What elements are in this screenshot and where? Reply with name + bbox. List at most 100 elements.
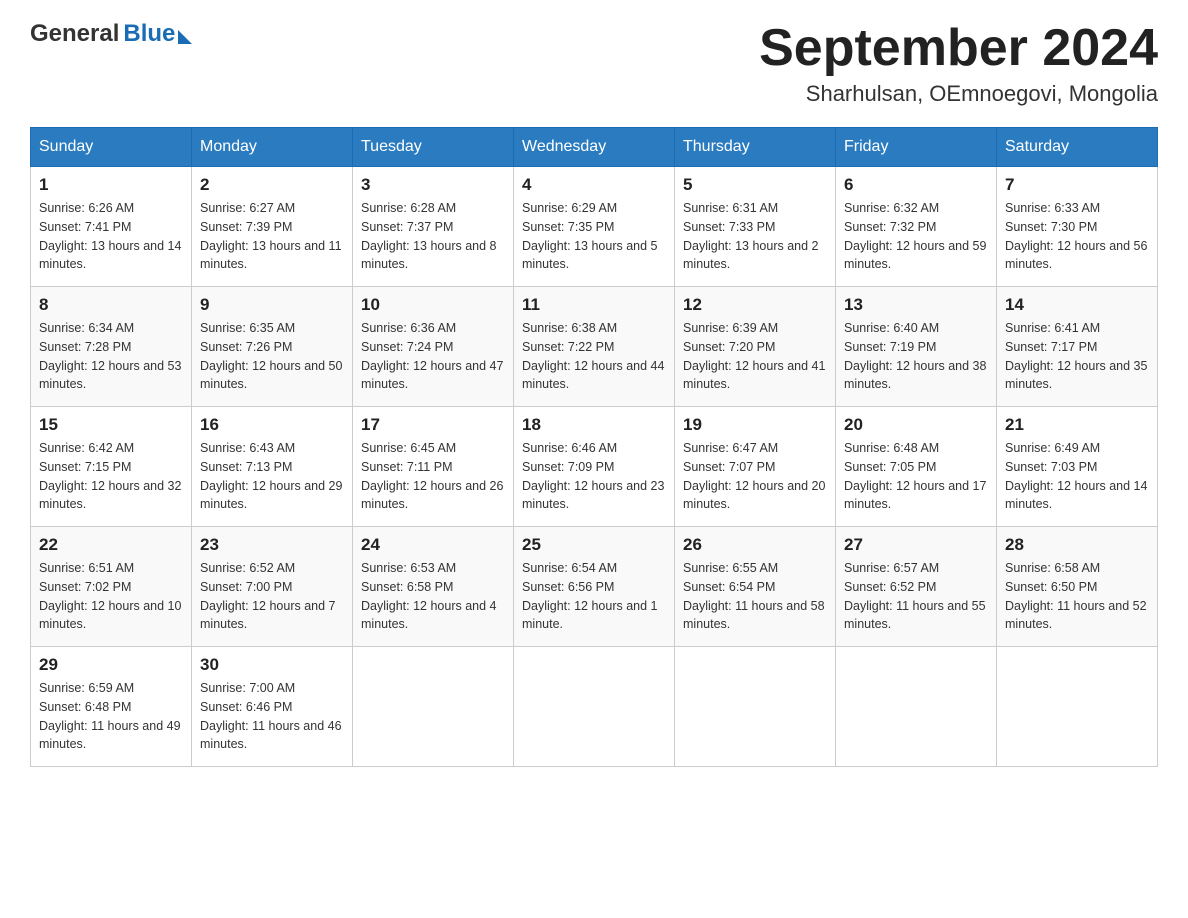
day-number: 15: [39, 415, 183, 435]
calendar-title: September 2024: [759, 20, 1158, 77]
header-friday: Friday: [836, 128, 997, 167]
day-number: 11: [522, 295, 666, 315]
day-number: 30: [200, 655, 344, 675]
day-info: Sunrise: 6:33 AMSunset: 7:30 PMDaylight:…: [1005, 199, 1149, 274]
table-row: 21 Sunrise: 6:49 AMSunset: 7:03 PMDayligh…: [997, 407, 1158, 527]
table-row: 11 Sunrise: 6:38 AMSunset: 7:22 PMDayligh…: [514, 287, 675, 407]
day-info: Sunrise: 6:36 AMSunset: 7:24 PMDaylight:…: [361, 319, 505, 394]
day-info: Sunrise: 6:29 AMSunset: 7:35 PMDaylight:…: [522, 199, 666, 274]
header-saturday: Saturday: [997, 128, 1158, 167]
calendar-subtitle: Sharhulsan, OEmnoegovi, Mongolia: [759, 81, 1158, 107]
calendar-week-row: 1Sunrise: 6:26 AMSunset: 7:41 PMDaylight…: [31, 167, 1158, 287]
day-info: Sunrise: 6:38 AMSunset: 7:22 PMDaylight:…: [522, 319, 666, 394]
table-row: 30 Sunrise: 7:00 AMSunset: 6:46 PMDayligh…: [192, 647, 353, 767]
day-number: 21: [1005, 415, 1149, 435]
day-info: Sunrise: 6:55 AMSunset: 6:54 PMDaylight:…: [683, 559, 827, 634]
table-row: 17Sunrise: 6:45 AMSunset: 7:11 PMDayligh…: [353, 407, 514, 527]
day-info: Sunrise: 6:42 AMSunset: 7:15 PMDaylight:…: [39, 439, 183, 514]
header-tuesday: Tuesday: [353, 128, 514, 167]
day-info: Sunrise: 6:52 AMSunset: 7:00 PMDaylight:…: [200, 559, 344, 634]
day-number: 8: [39, 295, 183, 315]
title-section: September 2024 Sharhulsan, OEmnoegovi, M…: [759, 20, 1158, 107]
table-row: [675, 647, 836, 767]
day-info: Sunrise: 6:47 AMSunset: 7:07 PMDaylight:…: [683, 439, 827, 514]
day-number: 1: [39, 175, 183, 195]
table-row: 22Sunrise: 6:51 AMSunset: 7:02 PMDayligh…: [31, 527, 192, 647]
table-row: 8Sunrise: 6:34 AMSunset: 7:28 PMDaylight…: [31, 287, 192, 407]
day-number: 9: [200, 295, 344, 315]
day-number: 20: [844, 415, 988, 435]
calendar-header-row: Sunday Monday Tuesday Wednesday Thursday…: [31, 128, 1158, 167]
day-number: 18: [522, 415, 666, 435]
day-info: Sunrise: 6:45 AMSunset: 7:11 PMDaylight:…: [361, 439, 505, 514]
day-number: 13: [844, 295, 988, 315]
day-number: 7: [1005, 175, 1149, 195]
day-info: Sunrise: 7:00 AMSunset: 6:46 PMDaylight:…: [200, 679, 344, 754]
table-row: [514, 647, 675, 767]
table-row: [836, 647, 997, 767]
table-row: 14Sunrise: 6:41 AMSunset: 7:17 PMDayligh…: [997, 287, 1158, 407]
day-number: 23: [200, 535, 344, 555]
day-number: 24: [361, 535, 505, 555]
table-row: 16Sunrise: 6:43 AMSunset: 7:13 PMDayligh…: [192, 407, 353, 527]
calendar-week-row: 15 Sunrise: 6:42 AMSunset: 7:15 PMDayligh…: [31, 407, 1158, 527]
table-row: 29 Sunrise: 6:59 AMSunset: 6:48 PMDayligh…: [31, 647, 192, 767]
header-thursday: Thursday: [675, 128, 836, 167]
day-number: 6: [844, 175, 988, 195]
day-info: Sunrise: 6:59 AMSunset: 6:48 PMDaylight:…: [39, 679, 183, 754]
table-row: 26 Sunrise: 6:55 AMSunset: 6:54 PMDayligh…: [675, 527, 836, 647]
day-info: Sunrise: 6:35 AMSunset: 7:26 PMDaylight:…: [200, 319, 344, 394]
logo: General Blue: [30, 20, 192, 48]
header-monday: Monday: [192, 128, 353, 167]
table-row: 1Sunrise: 6:26 AMSunset: 7:41 PMDaylight…: [31, 167, 192, 287]
day-info: Sunrise: 6:28 AMSunset: 7:37 PMDaylight:…: [361, 199, 505, 274]
day-info: Sunrise: 6:48 AMSunset: 7:05 PMDaylight:…: [844, 439, 988, 514]
day-number: 14: [1005, 295, 1149, 315]
table-row: 25 Sunrise: 6:54 AMSunset: 6:56 PMDayligh…: [514, 527, 675, 647]
table-row: 13 Sunrise: 6:40 AMSunset: 7:19 PMDayligh…: [836, 287, 997, 407]
header: General Blue September 2024 Sharhulsan, …: [30, 20, 1158, 107]
day-number: 5: [683, 175, 827, 195]
day-info: Sunrise: 6:31 AMSunset: 7:33 PMDaylight:…: [683, 199, 827, 274]
header-sunday: Sunday: [31, 128, 192, 167]
table-row: 12 Sunrise: 6:39 AMSunset: 7:20 PMDayligh…: [675, 287, 836, 407]
day-number: 25: [522, 535, 666, 555]
table-row: 2 Sunrise: 6:27 AMSunset: 7:39 PMDaylight…: [192, 167, 353, 287]
day-number: 12: [683, 295, 827, 315]
logo-blue-text: Blue: [123, 20, 175, 48]
table-row: 5 Sunrise: 6:31 AMSunset: 7:33 PMDaylight…: [675, 167, 836, 287]
day-number: 3: [361, 175, 505, 195]
day-number: 29: [39, 655, 183, 675]
table-row: 15 Sunrise: 6:42 AMSunset: 7:15 PMDayligh…: [31, 407, 192, 527]
day-info: Sunrise: 6:54 AMSunset: 6:56 PMDaylight:…: [522, 559, 666, 634]
day-info: Sunrise: 6:51 AMSunset: 7:02 PMDaylight:…: [39, 559, 183, 634]
table-row: 9 Sunrise: 6:35 AMSunset: 7:26 PMDaylight…: [192, 287, 353, 407]
day-info: Sunrise: 6:40 AMSunset: 7:19 PMDaylight:…: [844, 319, 988, 394]
table-row: 24Sunrise: 6:53 AMSunset: 6:58 PMDayligh…: [353, 527, 514, 647]
day-info: Sunrise: 6:58 AMSunset: 6:50 PMDaylight:…: [1005, 559, 1149, 634]
day-number: 27: [844, 535, 988, 555]
table-row: 7 Sunrise: 6:33 AMSunset: 7:30 PMDaylight…: [997, 167, 1158, 287]
table-row: 18Sunrise: 6:46 AMSunset: 7:09 PMDayligh…: [514, 407, 675, 527]
day-info: Sunrise: 6:57 AMSunset: 6:52 PMDaylight:…: [844, 559, 988, 634]
table-row: 19Sunrise: 6:47 AMSunset: 7:07 PMDayligh…: [675, 407, 836, 527]
logo-general-text: General: [30, 20, 119, 48]
day-number: 26: [683, 535, 827, 555]
day-info: Sunrise: 6:39 AMSunset: 7:20 PMDaylight:…: [683, 319, 827, 394]
day-number: 2: [200, 175, 344, 195]
day-info: Sunrise: 6:49 AMSunset: 7:03 PMDaylight:…: [1005, 439, 1149, 514]
table-row: [353, 647, 514, 767]
logo-arrow-icon: [178, 30, 192, 44]
day-number: 10: [361, 295, 505, 315]
day-number: 16: [200, 415, 344, 435]
calendar-table: Sunday Monday Tuesday Wednesday Thursday…: [30, 127, 1158, 767]
day-info: Sunrise: 6:32 AMSunset: 7:32 PMDaylight:…: [844, 199, 988, 274]
table-row: [997, 647, 1158, 767]
table-row: 27 Sunrise: 6:57 AMSunset: 6:52 PMDayligh…: [836, 527, 997, 647]
table-row: 4Sunrise: 6:29 AMSunset: 7:35 PMDaylight…: [514, 167, 675, 287]
table-row: 10 Sunrise: 6:36 AMSunset: 7:24 PMDayligh…: [353, 287, 514, 407]
calendar-week-row: 22Sunrise: 6:51 AMSunset: 7:02 PMDayligh…: [31, 527, 1158, 647]
table-row: 23 Sunrise: 6:52 AMSunset: 7:00 PMDayligh…: [192, 527, 353, 647]
calendar-week-row: 29 Sunrise: 6:59 AMSunset: 6:48 PMDayligh…: [31, 647, 1158, 767]
day-info: Sunrise: 6:27 AMSunset: 7:39 PMDaylight:…: [200, 199, 344, 274]
